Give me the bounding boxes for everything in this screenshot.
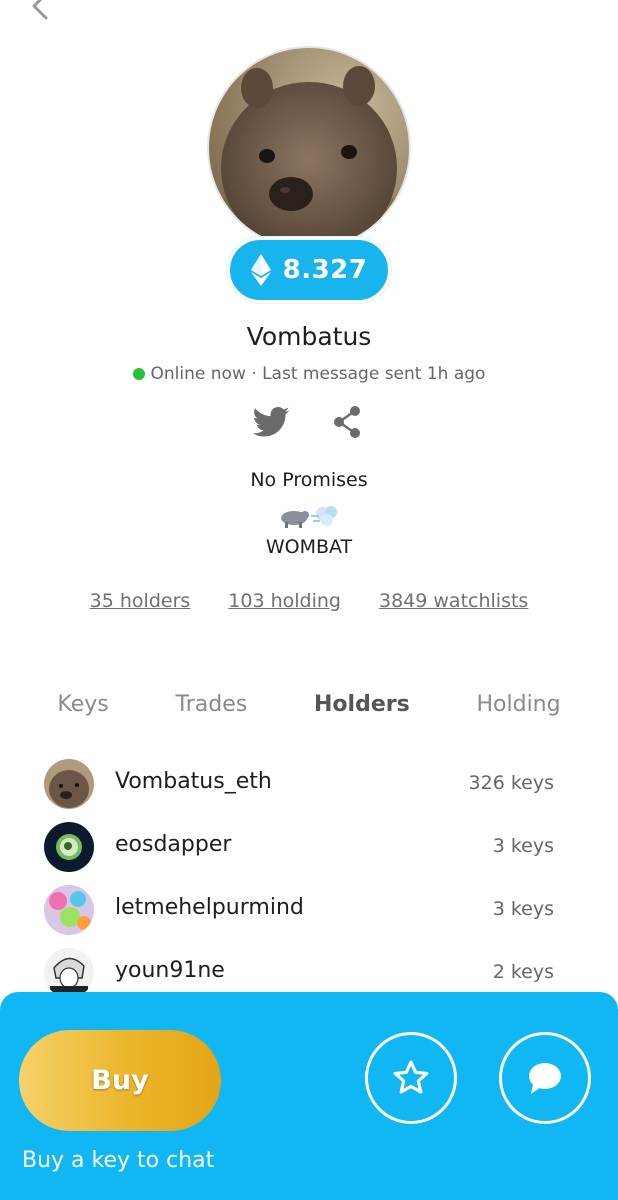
bottom-action-bar: Buy Buy a key to chat [0,992,618,1200]
holders-list: Vombatus_eth 326 keys eosdapper 3 keys l… [44,757,554,1009]
online-dot [132,368,145,380]
dash-emoji-icon [311,506,337,526]
holders-count-link[interactable]: 35 holders [90,590,191,612]
bio-emoji [279,502,341,530]
profile-stats: 35 holders 103 holding 3849 watchlists [0,590,618,612]
share-button[interactable] [327,402,367,442]
buy-button[interactable]: Buy [19,1030,221,1131]
profile-name: Vombatus [246,322,372,351]
chevron-left-icon [32,0,48,20]
tab-trades[interactable]: Trades [176,692,248,717]
profile-avatar [207,46,411,250]
social-links [0,402,618,442]
holder-avatar [44,822,94,872]
ethereum-icon [250,254,271,286]
holder-name: letmehelpurmind [115,895,304,920]
chat-button[interactable] [499,1032,591,1124]
share-icon [334,406,360,438]
holder-keys: 3 keys [492,835,554,857]
status-online-text: Online now [150,364,246,384]
bio-line-2: WOMBAT [265,536,353,558]
holder-keys: 326 keys [468,772,554,794]
holder-row[interactable]: letmehelpurmind 3 keys [44,883,554,946]
status-separator: · [251,364,257,384]
profile-tabs: Keys Trades Holders Holding [24,692,594,717]
twitter-button[interactable] [251,402,291,442]
holder-keys: 2 keys [492,961,554,983]
watchlists-count-link[interactable]: 3849 watchlists [379,590,528,612]
tab-holders[interactable]: Holders [314,692,410,717]
tab-keys[interactable]: Keys [57,692,108,717]
holder-avatar [44,759,94,809]
holder-name: youn91ne [115,958,225,983]
twitter-icon [252,407,290,437]
holder-name: eosdapper [115,832,232,857]
buy-hint-text: Buy a key to chat [22,1148,215,1173]
holder-row[interactable]: eosdapper 3 keys [44,820,554,883]
key-price-badge: 8.327 [227,237,391,303]
holder-avatar [44,885,94,935]
chat-bubble-icon [529,1063,561,1094]
holder-avatar [44,948,94,998]
star-icon [393,1060,429,1094]
online-status: Online now · Last message sent 1h ago [0,364,618,384]
key-price-value: 8.327 [282,255,368,285]
tab-holding[interactable]: Holding [476,692,560,717]
back-button[interactable] [26,0,54,24]
bio-line-1: No Promises [250,469,368,491]
holder-keys: 3 keys [492,898,554,920]
holder-row[interactable]: Vombatus_eth 326 keys [44,757,554,820]
status-last-message: Last message sent 1h ago [262,364,486,384]
watchlist-button[interactable] [365,1032,457,1124]
holding-count-link[interactable]: 103 holding [228,590,341,612]
holder-name: Vombatus_eth [115,769,272,794]
